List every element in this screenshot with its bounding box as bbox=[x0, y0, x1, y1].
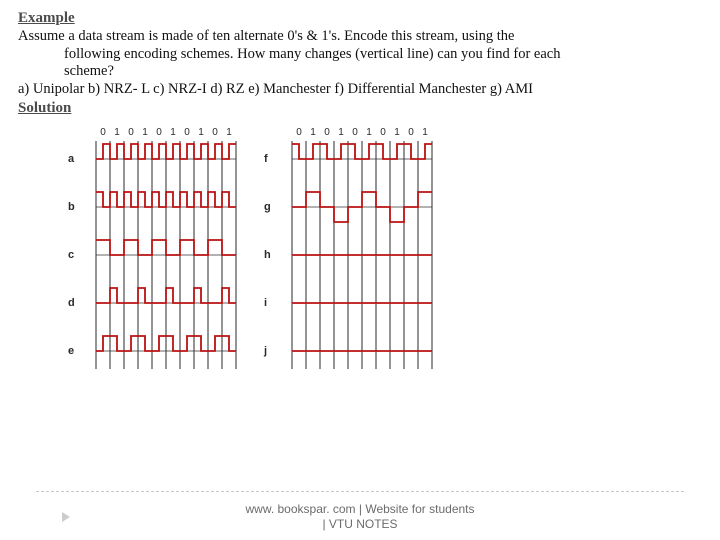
row-label-e: e bbox=[68, 345, 74, 357]
bit-label: 1 bbox=[222, 127, 236, 138]
row-label-a: a bbox=[68, 153, 74, 165]
waveform-a bbox=[96, 144, 236, 159]
bit-label: 0 bbox=[180, 127, 194, 138]
row-label-h: h bbox=[264, 249, 271, 261]
bit-label: 0 bbox=[124, 127, 138, 138]
row-label-i: i bbox=[264, 297, 267, 309]
bit-label: 1 bbox=[194, 127, 208, 138]
diagram-left-group: 0101010101abcde bbox=[88, 141, 244, 399]
footer-line-2: | VTU NOTES bbox=[0, 517, 720, 532]
bit-label: 0 bbox=[348, 127, 362, 138]
wave-svg bbox=[284, 141, 440, 399]
bit-label: 1 bbox=[306, 127, 320, 138]
encoding-diagram: 0101010101abcde 0101010101fghij bbox=[18, 117, 702, 399]
heading-solution: Solution bbox=[18, 100, 702, 117]
bit-label: 1 bbox=[166, 127, 180, 138]
bit-label: 1 bbox=[418, 127, 432, 138]
diagram-right-group: 0101010101fghij bbox=[284, 141, 440, 399]
bit-label: 0 bbox=[96, 127, 110, 138]
para-line-2: following encoding schemes. How many cha… bbox=[18, 46, 702, 64]
divider bbox=[36, 491, 684, 492]
bits-header: 0101010101 bbox=[96, 127, 236, 138]
row-label-f: f bbox=[264, 153, 268, 165]
bit-label: 1 bbox=[138, 127, 152, 138]
bit-label: 1 bbox=[110, 127, 124, 138]
waveform-c bbox=[96, 240, 236, 255]
bit-label: 1 bbox=[390, 127, 404, 138]
bits-header: 0101010101 bbox=[292, 127, 432, 138]
bit-label: 0 bbox=[292, 127, 306, 138]
heading-example: Example bbox=[18, 10, 702, 27]
bit-label: 1 bbox=[362, 127, 376, 138]
row-label-c: c bbox=[68, 249, 74, 261]
waveform-d bbox=[96, 288, 236, 303]
row-label-d: d bbox=[68, 297, 75, 309]
row-label-b: b bbox=[68, 201, 75, 213]
row-label-g: g bbox=[264, 201, 271, 213]
wave-svg bbox=[88, 141, 244, 399]
waveform-b bbox=[96, 192, 236, 207]
bit-label: 0 bbox=[320, 127, 334, 138]
options-line: a) Unipolar b) NRZ- L c) NRZ-I d) RZ e) … bbox=[18, 81, 702, 99]
bit-label: 0 bbox=[376, 127, 390, 138]
para-line-1: Assume a data stream is made of ten alte… bbox=[18, 28, 702, 46]
footer-line-1: www. bookspar. com | Website for student… bbox=[0, 502, 720, 517]
row-label-j: j bbox=[264, 345, 267, 357]
bit-label: 0 bbox=[404, 127, 418, 138]
bit-label: 0 bbox=[152, 127, 166, 138]
footer: www. bookspar. com | Website for student… bbox=[0, 502, 720, 532]
para-line-3: scheme? bbox=[18, 63, 702, 81]
bit-label: 1 bbox=[334, 127, 348, 138]
bit-label: 0 bbox=[208, 127, 222, 138]
